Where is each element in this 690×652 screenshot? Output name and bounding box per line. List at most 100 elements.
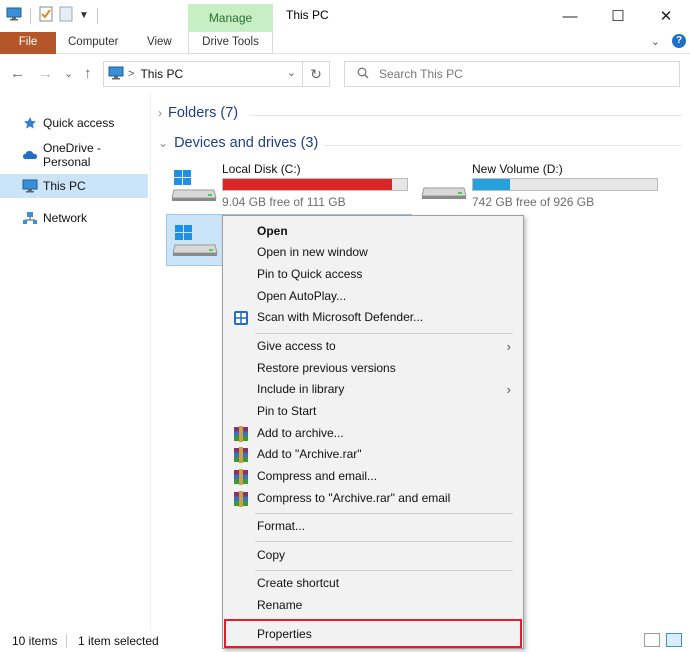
defender-icon (233, 310, 249, 326)
menu-item-rename[interactable]: Rename (225, 595, 521, 616)
pane-divider[interactable] (150, 92, 151, 630)
computer-icon[interactable] (6, 7, 22, 24)
drive-free-space: 9.04 GB free of 111 GB (222, 195, 346, 209)
maximize-button[interactable]: ☐ (594, 0, 642, 32)
status-bar: 10 items 1 item selected (0, 630, 690, 652)
chevron-right-icon: › (158, 106, 162, 120)
up-button[interactable]: ↑ (84, 65, 92, 82)
sidebar-item-label: This PC (43, 179, 86, 193)
chevron-down-icon[interactable]: ⌄ (287, 66, 296, 79)
tab-manage[interactable]: Manage (188, 4, 273, 32)
close-button[interactable]: ✕ (642, 0, 690, 32)
new-folder-icon[interactable] (59, 6, 73, 25)
minimize-button[interactable]: — (546, 0, 594, 32)
menu-item-label: Compress to "Archive.rar" and email (257, 491, 451, 505)
search-icon (357, 67, 369, 82)
context-menu: Open Open in new window Pin to Quick acc… (222, 215, 524, 649)
refresh-button[interactable]: ↻ (303, 61, 330, 87)
tab-view[interactable]: View (147, 32, 172, 54)
menu-separator (255, 333, 513, 334)
status-divider (66, 634, 67, 648)
sidebar-item-this-pc[interactable]: This PC (0, 174, 148, 198)
navigation-pane: Quick access OneDrive - Personal This PC… (0, 98, 150, 628)
tab-file[interactable]: File (0, 32, 56, 54)
drive-usage-bar (222, 178, 408, 191)
menu-item-compress-email[interactable]: Compress and email... (225, 466, 521, 487)
drive-new-volume-d[interactable]: New Volume (D:) 742 GB free of 926 GB (416, 162, 662, 210)
winrar-icon (233, 447, 249, 463)
chevron-right-icon: › (506, 382, 511, 397)
menu-separator (255, 541, 513, 542)
menu-item-give-access[interactable]: Give access to › (225, 336, 521, 357)
sidebar-item-label: Quick access (43, 116, 115, 130)
group-title: Folders (7) (168, 105, 239, 121)
drive-name: Local Disk (C:) (222, 162, 301, 176)
group-divider (324, 145, 682, 146)
menu-item-open-new-window[interactable]: Open in new window (225, 242, 521, 263)
drive-windows-icon (170, 168, 218, 205)
customize-toolbar-icon[interactable]: ▼ (79, 10, 89, 21)
menu-item-label: Add to archive... (257, 426, 344, 440)
group-title: Devices and drives (3) (174, 135, 319, 151)
help-icon[interactable]: ? (672, 34, 686, 48)
menu-item-label: Compress and email... (257, 469, 378, 483)
drive-icon (420, 168, 468, 205)
status-item-count: 10 items (12, 634, 58, 648)
status-selection: 1 item selected (78, 634, 159, 648)
tab-computer[interactable]: Computer (68, 32, 119, 54)
menu-item-create-shortcut[interactable]: Create shortcut (225, 573, 521, 594)
group-header-folders[interactable]: › Folders (7) (158, 105, 238, 121)
menu-separator (255, 513, 513, 514)
drive-usage-fill (223, 179, 393, 190)
menu-item-copy[interactable]: Copy (225, 545, 521, 566)
sidebar-item-network[interactable]: Network (0, 206, 148, 230)
expand-ribbon-icon[interactable]: ⌄ (651, 35, 660, 48)
cloud-icon (22, 147, 38, 163)
menu-item-compress-rar-email[interactable]: Compress to "Archive.rar" and email (225, 488, 521, 509)
menu-item-pin-start[interactable]: Pin to Start (225, 401, 521, 422)
window-title: This PC (286, 8, 329, 22)
menu-item-open-autoplay[interactable]: Open AutoPlay... (225, 286, 521, 307)
menu-item-scan-defender[interactable]: Scan with Microsoft Defender... (225, 307, 521, 328)
forward-button[interactable]: → (38, 65, 53, 82)
menu-item-add-archive-rar[interactable]: Add to "Archive.rar" (225, 444, 521, 465)
navigation-bar: ← → ⌄ ↑ > This PC ⌄ ↻ Search This PC (0, 58, 690, 90)
recent-locations-button[interactable]: ⌄ (64, 67, 73, 80)
quick-access-toolbar: ▼ (6, 6, 100, 25)
sidebar-item-label: OneDrive - Personal (43, 141, 102, 169)
large-icons-view-button[interactable] (666, 633, 682, 647)
details-view-button[interactable] (644, 633, 660, 647)
back-button[interactable]: ← (10, 65, 25, 82)
toolbar-divider (30, 7, 31, 24)
address-bar[interactable]: > This PC ⌄ (103, 61, 303, 87)
winrar-icon (233, 491, 249, 507)
group-divider (250, 115, 682, 116)
menu-item-pin-quick-access[interactable]: Pin to Quick access (225, 264, 521, 285)
properties-icon[interactable] (39, 6, 53, 25)
sidebar-item-quick-access[interactable]: Quick access (0, 111, 148, 135)
tab-drive-tools[interactable]: Drive Tools (188, 32, 273, 54)
computer-icon (22, 178, 38, 194)
chevron-right-icon: › (506, 339, 511, 354)
menu-item-add-archive[interactable]: Add to archive... (225, 423, 521, 444)
sidebar-item-onedrive[interactable]: OneDrive - Personal (0, 141, 148, 169)
chevron-down-icon: ⌄ (158, 136, 169, 150)
group-header-devices[interactable]: ⌄ Devices and drives (3) (158, 135, 318, 151)
search-input[interactable]: Search This PC (344, 61, 680, 87)
drive-windows-icon (171, 223, 219, 260)
drive-local-disk-c[interactable]: Local Disk (C:) 9.04 GB free of 111 GB (166, 162, 412, 210)
menu-item-label: Scan with Microsoft Defender... (257, 310, 424, 324)
drive-free-space: 742 GB free of 926 GB (472, 195, 595, 209)
menu-item-format[interactable]: Format... (225, 516, 521, 537)
menu-item-open[interactable]: Open (225, 221, 521, 242)
menu-item-label: Add to "Archive.rar" (257, 447, 362, 461)
network-icon (22, 210, 38, 226)
winrar-icon (233, 469, 249, 485)
computer-icon (108, 66, 124, 83)
menu-item-include-library[interactable]: Include in library › (225, 379, 521, 400)
breadcrumb-this-pc[interactable]: This PC (140, 67, 183, 81)
winrar-icon (233, 426, 249, 442)
menu-item-restore-versions[interactable]: Restore previous versions (225, 358, 521, 379)
breadcrumb-separator[interactable]: > (128, 68, 134, 80)
drive-usage-bar (472, 178, 658, 191)
